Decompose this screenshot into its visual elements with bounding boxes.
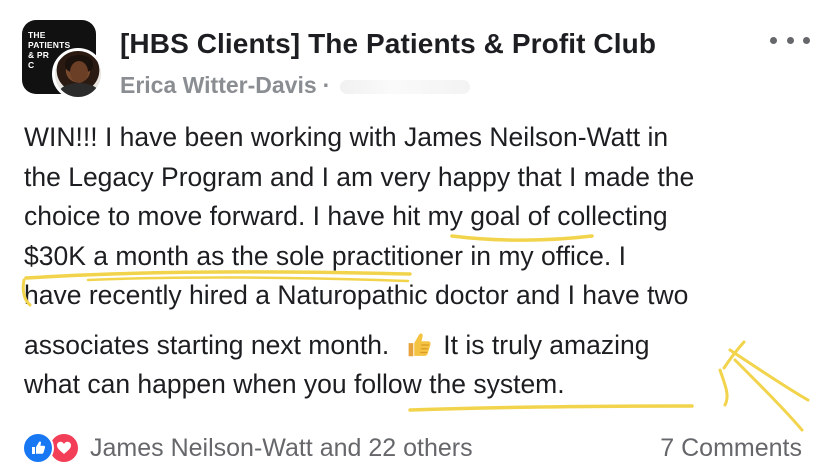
post-text-line: the Legacy Program and I am very happy t… <box>24 161 695 192</box>
redacted-timestamp <box>340 79 471 94</box>
heart-icon-glyph <box>57 441 71 454</box>
thumbs-up-icon <box>22 432 54 464</box>
comments-count-link[interactable]: 7 Comments <box>660 434 802 463</box>
post-text-line: choice to move forward. I have hit my go… <box>24 201 668 231</box>
thumbs-up-emoji-icon <box>408 332 431 356</box>
more-horizontal-icon-dot <box>786 36 794 44</box>
thumbs-up-icon-glyph <box>32 441 46 454</box>
author-name-link[interactable]: Erica Witter-Davis <box>120 72 317 98</box>
more-horizontal-icon <box>770 36 777 44</box>
post-text-line: WIN!!! I have been working with James Ne… <box>24 122 669 152</box>
post-body: WIN!!! I have been working with James Ne… <box>24 118 814 405</box>
reactions-summary[interactable]: James Neilson-Watt and 22 others <box>22 432 473 464</box>
reactors-text: James Neilson-Watt and 22 others <box>90 433 473 462</box>
post-text-line: $30K a month as the sole practitioner in… <box>24 240 626 271</box>
avatar[interactable] <box>52 48 104 100</box>
more-horizontal-icon-dot <box>803 36 810 44</box>
more-options-button[interactable] <box>770 30 810 50</box>
post-text-line-with-emoji: associates starting next month. It is tr… <box>24 326 814 366</box>
post-text-line: what can happen when you follow the syst… <box>24 369 565 399</box>
avatar-face <box>70 61 88 83</box>
post-text-segment: associates starting next month. <box>24 329 390 360</box>
underline-follow-the-system <box>408 404 694 412</box>
avatar-shoulders <box>59 83 99 97</box>
group-name-link[interactable]: [HBS Clients] The Patients & Profit Club <box>120 28 656 60</box>
group-post: THE PATIENTS & PR C [HBS Clients] The Pa… <box>0 0 826 469</box>
author-line: Erica Witter-Davis · <box>120 72 471 99</box>
author-separator: · <box>322 72 331 98</box>
post-footer: James Neilson-Watt and 22 others 7 Comme… <box>22 430 812 466</box>
post-text-segment: It is truly amazing <box>443 329 650 360</box>
post-text-line: have recently hired a Naturopathic docto… <box>24 280 689 310</box>
